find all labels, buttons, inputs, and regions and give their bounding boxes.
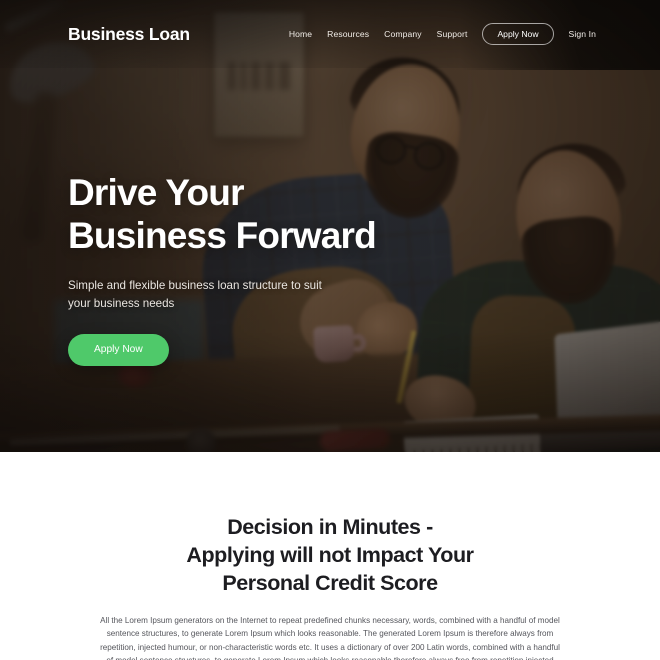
hero-heading-line-2: Business Forward	[68, 214, 377, 256]
hero-heading-line-1: Drive Your	[68, 172, 245, 213]
brand-logo[interactable]: Business Loan	[68, 24, 190, 45]
info-section: Decision in Minutes - Applying will not …	[0, 452, 660, 660]
info-section-paragraph: All the Lorem Ipsum generators on the In…	[100, 615, 560, 660]
nav-sign-in-link[interactable]: Sign In	[569, 29, 596, 39]
landing-page: Business Loan Home Resources Company Sup…	[0, 0, 660, 660]
nav-links-group: Home Resources Company Support Apply Now…	[289, 22, 596, 46]
nav-apply-now-button[interactable]: Apply Now	[482, 22, 554, 46]
nav-item-resources[interactable]: Resources	[327, 29, 369, 39]
top-navigation-bar: Business Loan Home Resources Company Sup…	[0, 0, 660, 68]
hero-apply-now-button[interactable]: Apply Now	[68, 333, 169, 366]
hero-section: Business Loan Home Resources Company Sup…	[0, 0, 660, 452]
hero-heading: Drive Your Business Forward	[68, 172, 398, 258]
info-section-heading: Decision in Minutes - Applying will not …	[96, 514, 564, 598]
nav-item-home[interactable]: Home	[289, 29, 312, 39]
info-heading-line-3: Personal Credit Score	[222, 570, 438, 595]
nav-item-company[interactable]: Company	[384, 29, 421, 39]
info-heading-line-1: Decision in Minutes -	[227, 515, 433, 539]
hero-subtitle: Simple and flexible business loan struct…	[68, 278, 322, 310]
nav-item-support[interactable]: Support	[437, 29, 468, 39]
info-heading-line-2: Applying will not Impact Your	[186, 542, 474, 567]
hero-content: Drive Your Business Forward Simple and f…	[68, 172, 398, 366]
